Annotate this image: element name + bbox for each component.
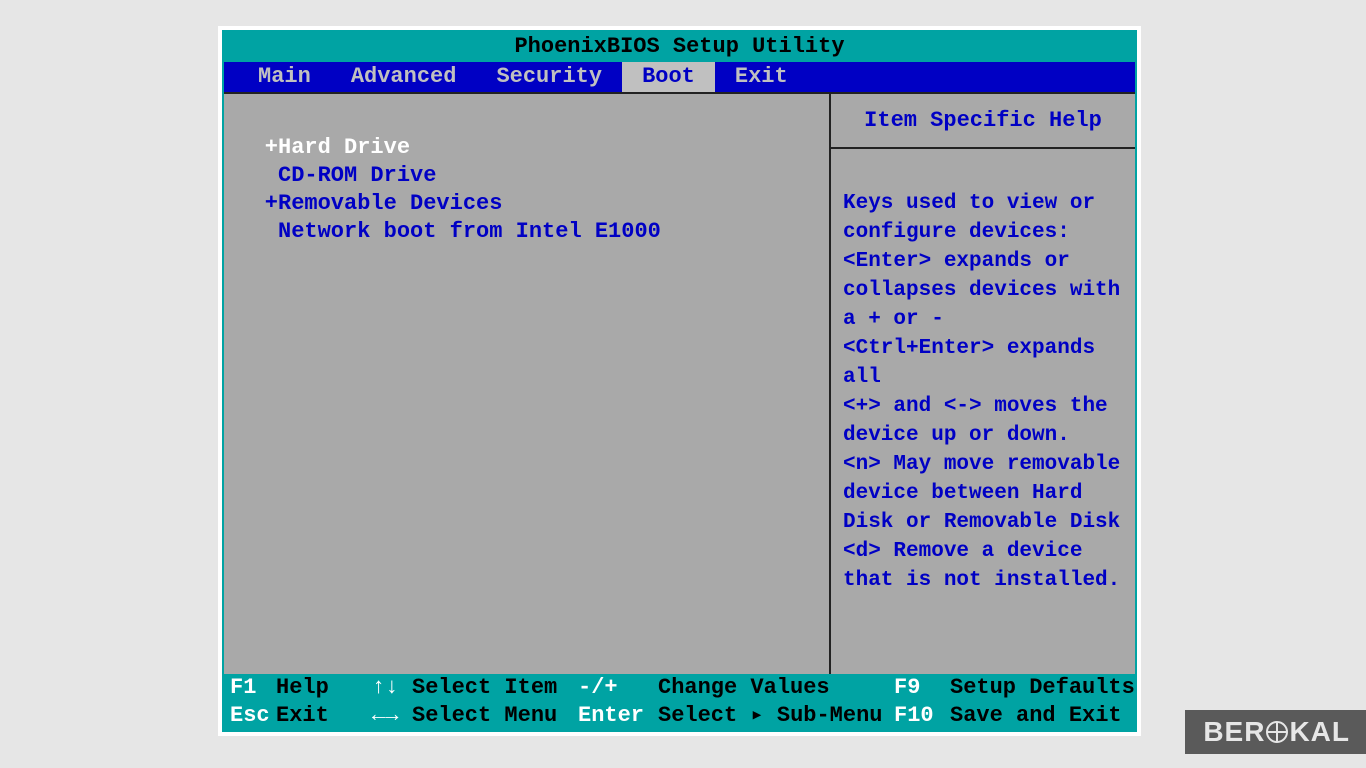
boot-order-pane: +Hard Drive CD-ROM Drive +Removable Devi… bbox=[224, 94, 829, 674]
boot-item-label: Removable Devices bbox=[278, 191, 502, 216]
main-area: +Hard Drive CD-ROM Drive +Removable Devi… bbox=[224, 92, 1135, 674]
help-line: <Enter> expands or bbox=[843, 247, 1125, 276]
hotkey-label: Save and Exit bbox=[950, 702, 1135, 730]
watermark: BER KAL bbox=[1185, 710, 1366, 754]
title-bar: PhoenixBIOS Setup Utility bbox=[224, 32, 1135, 62]
app-title: PhoenixBIOS Setup Utility bbox=[514, 34, 844, 59]
hotkey-label: Change Values bbox=[658, 674, 894, 702]
help-line: configure devices: bbox=[843, 218, 1125, 247]
hotkey-label: Exit bbox=[276, 702, 372, 730]
boot-item-cdrom[interactable]: CD-ROM Drive bbox=[264, 162, 819, 190]
arrow-leftright-icon[interactable]: ←→ bbox=[372, 702, 412, 730]
help-line: Disk or Removable Disk bbox=[843, 508, 1125, 537]
hotkey-label: Select ▸ Sub-Menu bbox=[658, 702, 894, 730]
help-line: device up or down. bbox=[843, 421, 1125, 450]
boot-item-removable[interactable]: +Removable Devices bbox=[264, 190, 819, 218]
hotkey-label: Setup Defaults bbox=[950, 674, 1135, 702]
help-line: device between Hard bbox=[843, 479, 1125, 508]
help-line: <Ctrl+Enter> expands bbox=[843, 334, 1125, 363]
boot-item-label: Hard Drive bbox=[278, 135, 410, 160]
tab-advanced[interactable]: Advanced bbox=[331, 62, 477, 92]
hotkey-f10[interactable]: F10 bbox=[894, 702, 950, 730]
help-line: <n> May move removable bbox=[843, 450, 1125, 479]
watermark-text: KAL bbox=[1289, 716, 1350, 748]
expand-icon bbox=[264, 218, 278, 246]
help-line: <+> and <-> moves the bbox=[843, 392, 1125, 421]
expand-icon: + bbox=[264, 134, 278, 162]
footer-row-2: Esc Exit ←→ Select Menu Enter Select ▸ S… bbox=[224, 702, 1135, 730]
hotkey-esc[interactable]: Esc bbox=[224, 702, 276, 730]
bios-inner: PhoenixBIOS Setup Utility Main Advanced … bbox=[222, 30, 1137, 732]
tab-exit[interactable]: Exit bbox=[715, 62, 808, 92]
hotkey-minusplus[interactable]: -/+ bbox=[578, 674, 658, 702]
hotkey-enter[interactable]: Enter bbox=[578, 702, 658, 730]
menu-bar: Main Advanced Security Boot Exit bbox=[224, 62, 1135, 92]
help-line: that is not installed. bbox=[843, 566, 1125, 595]
hotkey-f9[interactable]: F9 bbox=[894, 674, 950, 702]
hotkey-label: Select Menu bbox=[412, 702, 578, 730]
watermark-text: BER bbox=[1203, 716, 1265, 748]
boot-item-network[interactable]: Network boot from Intel E1000 bbox=[264, 218, 819, 246]
tab-main[interactable]: Main bbox=[238, 62, 331, 92]
arrow-updown-icon[interactable]: ↑↓ bbox=[372, 674, 412, 702]
tab-security[interactable]: Security bbox=[476, 62, 622, 92]
tab-boot[interactable]: Boot bbox=[622, 62, 715, 92]
help-line: Keys used to view or bbox=[843, 189, 1125, 218]
hotkey-f1[interactable]: F1 bbox=[224, 674, 276, 702]
hotkey-label: Select Item bbox=[412, 674, 578, 702]
help-body: Keys used to view or configure devices: … bbox=[831, 149, 1135, 605]
expand-icon bbox=[264, 162, 278, 190]
boot-item-label: CD-ROM Drive bbox=[278, 163, 436, 188]
help-pane: Item Specific Help Keys used to view or … bbox=[829, 94, 1135, 674]
bios-window: PhoenixBIOS Setup Utility Main Advanced … bbox=[218, 26, 1141, 736]
help-line: collapses devices with bbox=[843, 276, 1125, 305]
help-title: Item Specific Help bbox=[831, 94, 1135, 149]
hotkey-label: Help bbox=[276, 674, 372, 702]
help-line: all bbox=[843, 363, 1125, 392]
help-line: <d> Remove a device bbox=[843, 537, 1125, 566]
expand-icon: + bbox=[264, 190, 278, 218]
footer: F1 Help ↑↓ Select Item -/+ Change Values… bbox=[224, 674, 1135, 730]
footer-row-1: F1 Help ↑↓ Select Item -/+ Change Values… bbox=[224, 674, 1135, 702]
boot-item-label: Network boot from Intel E1000 bbox=[278, 219, 661, 244]
boot-item-hard-drive[interactable]: +Hard Drive bbox=[264, 134, 819, 162]
help-line: a + or - bbox=[843, 305, 1125, 334]
globe-icon bbox=[1266, 721, 1288, 743]
